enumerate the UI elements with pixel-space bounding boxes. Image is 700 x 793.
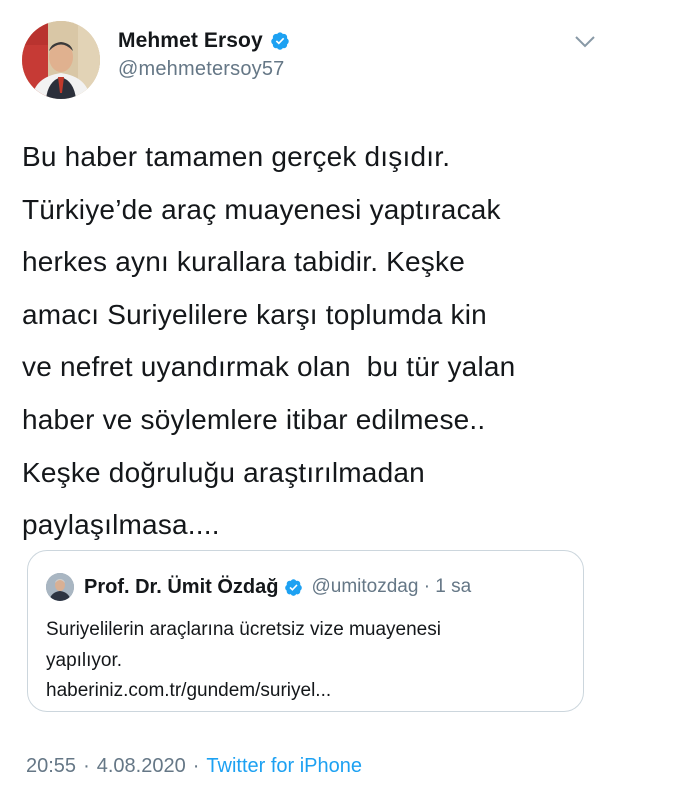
tweet-text-line: Türkiye’de araç muayenesi yaptıracak [22,193,501,225]
quoted-tweet-text: Suriyelilerin araçlarına ücretsiz vize m… [46,615,566,707]
tweet-card: Mehmet Ersoy @mehmetersoy57 Bu haber tam… [0,0,700,793]
author-block: Mehmet Ersoy @mehmetersoy57 [118,28,290,81]
author-name-row: Mehmet Ersoy [118,28,290,54]
tweet-text-line: amacı Suriyelilere karşı toplumda kin [22,298,487,330]
tweet-meta: 20:55 · 4.08.2020 · Twitter for iPhone [26,755,362,778]
author-display-name[interactable]: Mehmet Ersoy [118,29,263,53]
meta-separator: · [192,755,200,777]
quoted-text-line: Suriyelilerin araçlarına ücretsiz vize m… [46,619,441,640]
quoted-tweet-header: Prof. Dr. Ümit Özdağ @umitozdag · 1 sa [46,573,471,601]
quoted-link[interactable]: haberiniz.com.tr/gundem/suriyel... [46,676,566,707]
verified-badge-icon [285,578,303,596]
quoted-author-handle-time: @umitozdag · 1 sa [311,576,472,597]
quoted-text-line: yapılıyor. [46,649,123,671]
tweet-date[interactable]: 4.08.2020 [97,755,186,778]
quoted-author-avatar [46,573,74,601]
tweet-text-line: Bu haber tamamen gerçek dışıdır. [22,141,451,172]
tweet-time[interactable]: 20:55 [26,755,76,778]
quoted-author-name: Prof. Dr. Ümit Özdağ [84,575,279,598]
tweet-text-line: paylaşılmasa.... [22,509,220,541]
tweet-text: Bu haber tamamen gerçek dışıdır. Türkiye… [22,131,662,552]
tweet-text-line: herkes aynı kurallara tabidir. Keşke [22,246,465,278]
verified-badge-icon [271,32,289,50]
meta-separator: · [83,755,90,777]
chevron-down-icon[interactable] [574,35,596,49]
tweet-source-link[interactable]: Twitter for iPhone [206,755,362,778]
quoted-tweet[interactable]: Prof. Dr. Ümit Özdağ @umitozdag · 1 sa S… [27,550,584,712]
author-handle[interactable]: @mehmetersoy57 [118,58,290,81]
tweet-text-line: haber ve söylemlere itibar edilmese.. [22,403,486,435]
tweet-text-line: ve nefret uyandırmak olan bu tür yalan [22,351,516,383]
author-avatar[interactable] [22,21,100,99]
tweet-text-line: Keşke doğruluğu araştırılmadan [22,456,425,488]
